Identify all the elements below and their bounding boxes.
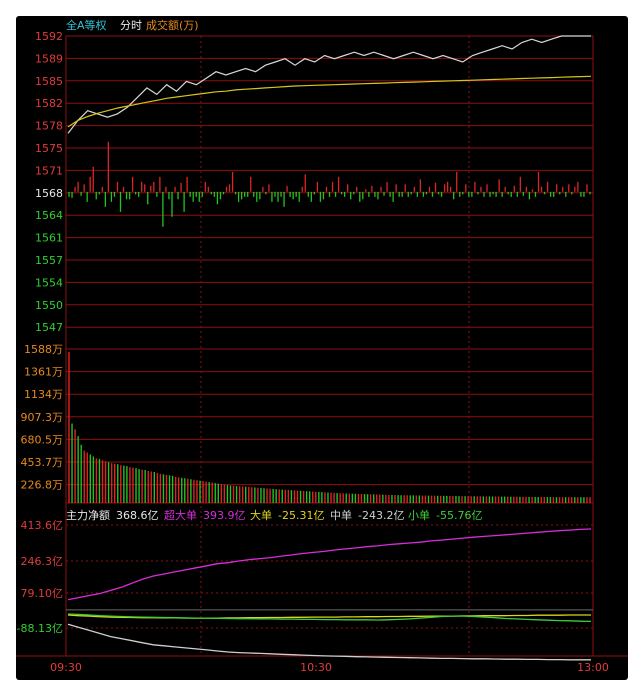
plots (67, 35, 592, 661)
flow-tick-label: 413.6亿 (21, 519, 64, 532)
price-tick-label: 1564 (35, 209, 63, 222)
price-tick-label: 1561 (35, 232, 63, 245)
legend-medium-label: 中单 (330, 509, 352, 522)
volume-tick-label: 226.8万 (21, 479, 64, 492)
volume-tick-label: 1588万 (24, 343, 63, 356)
volume-tick-label: 907.3万 (21, 411, 64, 424)
price-tick-label: 1589 (35, 52, 63, 65)
legend-super-large-value: 393.9亿 (203, 509, 246, 522)
flow-line-中单 (67, 623, 591, 661)
legend-small-value: -55.76亿 (436, 509, 482, 522)
plot-border (65, 35, 594, 657)
grid (16, 35, 628, 657)
legend-main-net-label: 主力净额 (66, 508, 110, 522)
volume-tick-label: 680.5万 (21, 433, 64, 446)
legend-main-net-value: 368.6亿 (116, 509, 159, 522)
legend-super-large-label: 超大单 (164, 508, 197, 522)
volume-tick-label: 1361万 (24, 366, 63, 379)
price-tick-label: 1571 (35, 164, 63, 177)
volume-tick-label: 1134万 (24, 388, 63, 401)
legend-large-value: -25.31亿 (278, 509, 324, 522)
volume-tick-label: 453.7万 (21, 456, 64, 469)
price-tick-label: 1592 (35, 30, 63, 43)
price-tick-label: 1557 (35, 254, 63, 267)
time-tick-label: 09:30 (50, 661, 82, 674)
price-tick-label: 1554 (35, 276, 63, 289)
legend-medium-value: -243.2亿 (358, 509, 404, 522)
intraday-chart: 1592 1589 1585 1582 1578 1575 1571 1568 1564 1561… (16, 18, 628, 674)
header-volume-label: 成交额(万) (146, 18, 199, 32)
price-tick-label: 1578 (35, 120, 63, 133)
flow-tick-label: 246.3亿 (21, 555, 64, 568)
price-tick-label: 1550 (35, 299, 63, 312)
axis-labels: 1592 1589 1585 1582 1578 1575 1571 1568 1564 1561… (17, 30, 609, 674)
legend-large-label: 大单 (250, 508, 272, 522)
time-tick-label: 10:30 (300, 661, 332, 674)
chart-panel: 1592 1589 1585 1582 1578 1575 1571 1568 1564 1561… (16, 16, 628, 680)
flow-line-超大单 (67, 528, 592, 601)
legend-small-label: 小单 (408, 509, 430, 522)
header-title: 全A等权 (66, 18, 107, 32)
price-tick-label: 1575 (35, 142, 63, 155)
price-tick-label: 1585 (35, 75, 63, 88)
flow-tick-label: 79.10亿 (21, 587, 64, 600)
flow-tick-label: -88.13亿 (17, 622, 63, 635)
price-tick-label: 1582 (35, 97, 63, 110)
price-tick-label: 1547 (35, 321, 63, 334)
time-tick-label: 13:00 (577, 661, 609, 674)
header-mode[interactable]: 分时 (120, 19, 142, 32)
price-tick-label: 1568 (35, 187, 63, 200)
average-price-line (67, 75, 592, 128)
